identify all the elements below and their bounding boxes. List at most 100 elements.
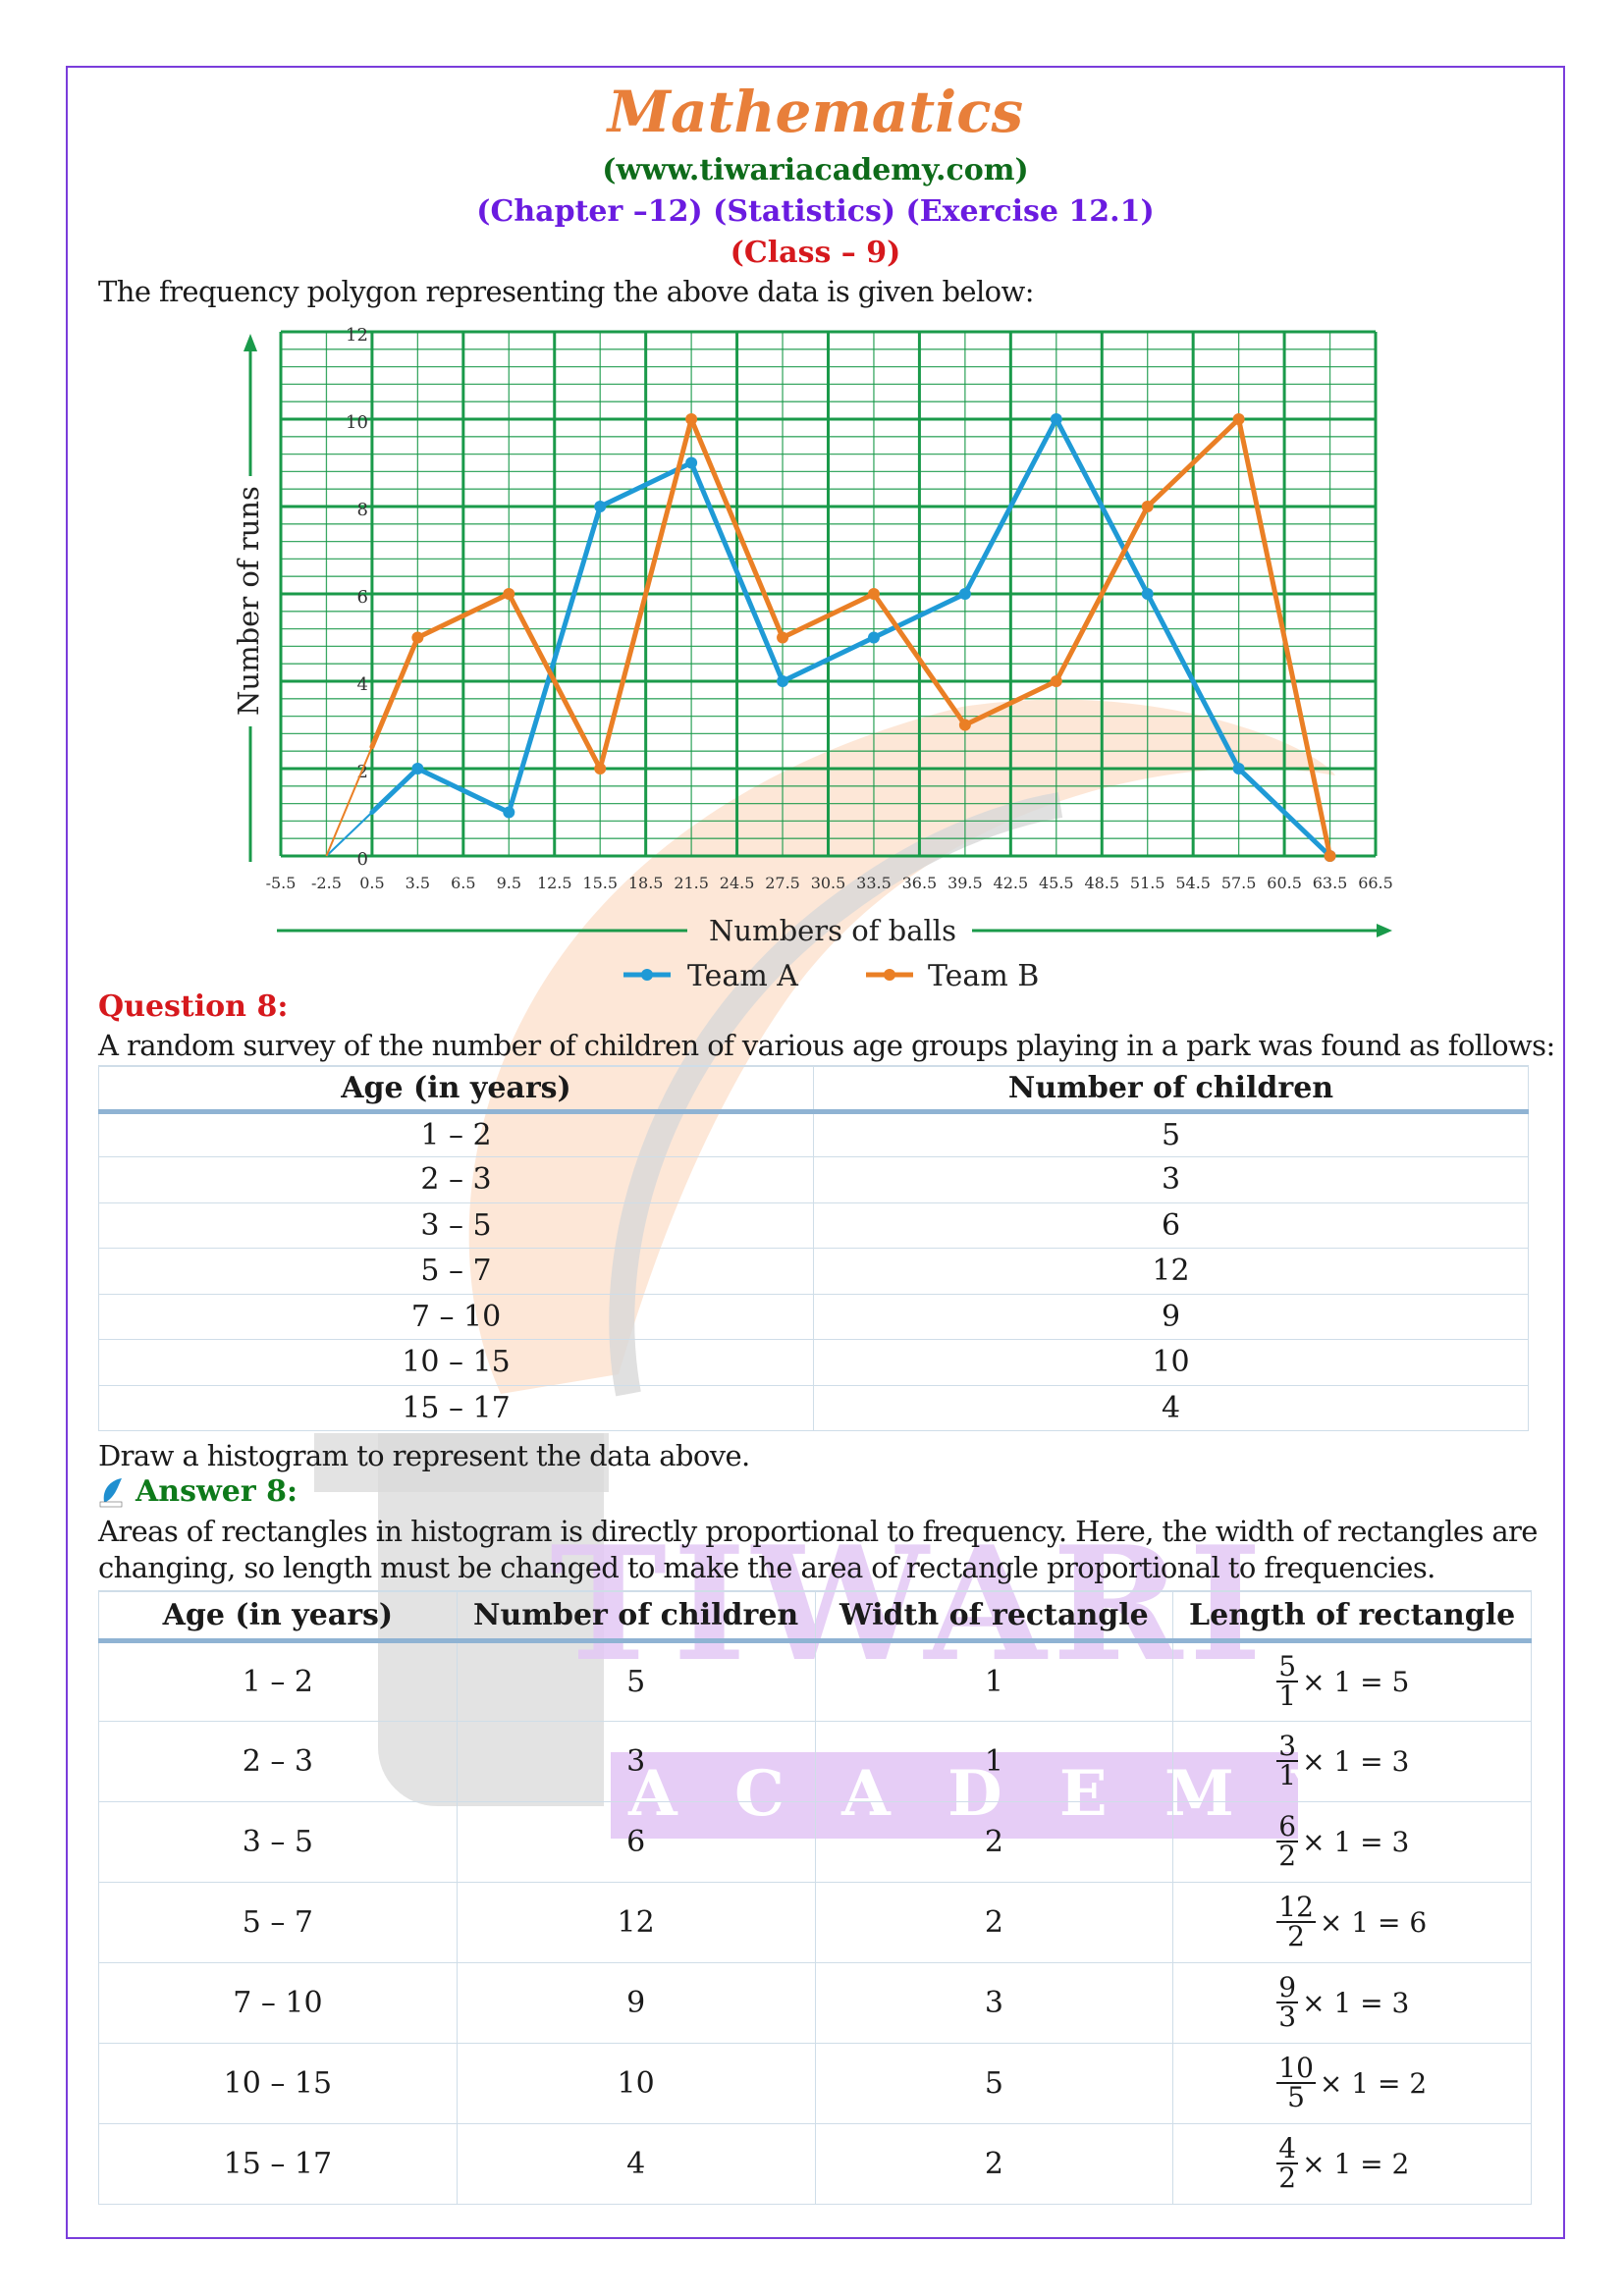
cell-children: 6 <box>456 1800 816 1883</box>
cell-children: 4 <box>456 2122 816 2205</box>
data-point <box>867 631 880 644</box>
cell-age: 5 – 7 <box>98 1881 458 1963</box>
cell-children: 10 <box>813 1339 1529 1386</box>
cell-children: 12 <box>456 1881 816 1963</box>
question-instruction: Draw a histogram to represent the data a… <box>98 1439 750 1472</box>
table-row: 1 – 2 5 1 5 1 × 1 = 5 <box>98 1639 1532 1722</box>
x-tick-label: 51.5 <box>1130 874 1165 892</box>
x-tick-label: 27.5 <box>765 874 800 892</box>
cell-children: 6 <box>813 1201 1529 1249</box>
fraction: 12 2 <box>1276 1894 1316 1950</box>
cell-width: 2 <box>814 1800 1174 1883</box>
x-tick-label: 0.5 <box>359 874 384 892</box>
table-row: 15 – 17 4 2 4 2 × 1 = 2 <box>98 2122 1532 2205</box>
cell-children: 5 <box>456 1639 816 1722</box>
series-segment <box>369 635 420 750</box>
cell-age: 1 – 2 <box>98 1639 458 1722</box>
length-result: × 1 = 3 <box>1302 1825 1410 1858</box>
cell-age: 5 – 7 <box>98 1248 814 1295</box>
header-age: Age (in years) <box>98 1065 814 1114</box>
cell-children: 3 <box>813 1156 1529 1203</box>
fraction: 62 <box>1276 1813 1299 1870</box>
data-point <box>1141 501 1154 512</box>
data-point <box>594 501 607 512</box>
table-row: 10 – 15 10 <box>98 1339 1529 1386</box>
fraction-numerator: 5 <box>1276 1650 1299 1682</box>
x-tick-label: 6.5 <box>451 874 475 892</box>
data-point <box>594 763 607 774</box>
y-axis-arrowhead <box>244 334 257 351</box>
fraction-numerator: 12 <box>1276 1891 1316 1923</box>
x-tick-label: 18.5 <box>628 874 664 892</box>
answer-paragraph-line2: changing, so length must be changed to m… <box>98 1551 1435 1584</box>
data-point <box>1050 413 1062 425</box>
x-tick-label: 24.5 <box>720 874 755 892</box>
fraction-denominator: 2 <box>1278 2162 1297 2194</box>
fraction-denominator: 1 <box>1278 1759 1297 1791</box>
y-tick-label: 6 <box>356 587 367 608</box>
fraction: 42 <box>1276 2135 1299 2194</box>
series-group <box>325 413 1336 862</box>
length-result: × 1 = 3 <box>1302 1986 1410 2019</box>
cell-age: 3 – 5 <box>98 1201 814 1249</box>
table-row: 10 – 15 10 5 10 5 × 1 = 2 <box>98 2042 1532 2124</box>
data-point <box>1232 763 1245 774</box>
x-tick-label: 9.5 <box>497 874 521 892</box>
data-point <box>503 806 515 819</box>
x-axis-arrowhead <box>1377 924 1392 937</box>
table-row: 5 – 7 12 2 12 2 × 1 = 6 <box>98 1881 1532 1963</box>
cell-length: 9 3 × 1 = 3 <box>1172 1961 1532 2044</box>
fraction-numerator: 10 <box>1276 2052 1316 2084</box>
question-heading: Question 8: <box>98 989 289 1024</box>
cell-width: 3 <box>814 1961 1174 2044</box>
cell-age: 10 – 15 <box>98 2042 458 2124</box>
data-point <box>867 588 880 600</box>
cell-children: 3 <box>456 1720 816 1802</box>
data-point <box>777 675 789 687</box>
data-point <box>777 631 789 644</box>
fraction: 51 <box>1276 1650 1299 1710</box>
data-point <box>958 588 971 600</box>
data-point <box>1050 675 1062 687</box>
y-axis-label: Number of runs <box>232 486 265 716</box>
x-tick-label: 57.5 <box>1221 874 1257 892</box>
legend-team-b-marker <box>884 969 895 981</box>
cell-age: 1 – 2 <box>98 1110 814 1157</box>
x-tick-label: 30.5 <box>811 874 846 892</box>
x-tick-label: 60.5 <box>1267 874 1302 892</box>
table-row: 5 – 7 12 <box>98 1248 1529 1295</box>
length-result: × 1 = 2 <box>1302 2147 1410 2180</box>
data-point <box>411 631 424 644</box>
legend-team-b-label: Team B <box>928 959 1039 993</box>
y-tick-label: 4 <box>356 674 367 695</box>
cell-width: 2 <box>814 2122 1174 2205</box>
fraction: 10 5 <box>1276 2055 1316 2111</box>
length-result: × 1 = 5 <box>1302 1665 1410 1698</box>
x-tick-label: 48.5 <box>1084 874 1119 892</box>
fraction: 93 <box>1276 1971 1299 2031</box>
x-tick-label: 39.5 <box>947 874 983 892</box>
header-children: Number of children <box>456 1590 816 1643</box>
cell-age: 2 – 3 <box>98 1156 814 1203</box>
fraction-numerator: 3 <box>1276 1730 1299 1762</box>
x-tick-label: 3.5 <box>406 874 430 892</box>
table-row: 2 – 3 3 1 3 1 × 1 = 3 <box>98 1720 1532 1802</box>
cell-length: 3 1 × 1 = 3 <box>1172 1720 1532 1802</box>
table-row: 7 – 10 9 <box>98 1293 1529 1340</box>
x-tick-label: -5.5 <box>266 874 297 892</box>
cell-age: 10 – 15 <box>98 1339 814 1386</box>
cell-age: 15 – 17 <box>98 1384 814 1431</box>
legend: Team A Team B <box>623 959 1039 993</box>
x-tick-label: 42.5 <box>994 874 1029 892</box>
header-length: Length of rectangle <box>1172 1590 1532 1643</box>
fraction-numerator: 9 <box>1276 1971 1299 2003</box>
series-segment <box>325 746 373 857</box>
fraction-denominator: 2 <box>1287 1920 1305 1952</box>
data-point <box>1232 413 1245 425</box>
x-tick-label: 33.5 <box>856 874 892 892</box>
survey-table: Age (in years) Number of children 1 – 25… <box>98 1065 1529 1431</box>
cell-width: 1 <box>814 1720 1174 1802</box>
answer-heading: Answer 8: <box>135 1474 298 1509</box>
cell-age: 3 – 5 <box>98 1800 458 1883</box>
data-point <box>503 588 515 600</box>
